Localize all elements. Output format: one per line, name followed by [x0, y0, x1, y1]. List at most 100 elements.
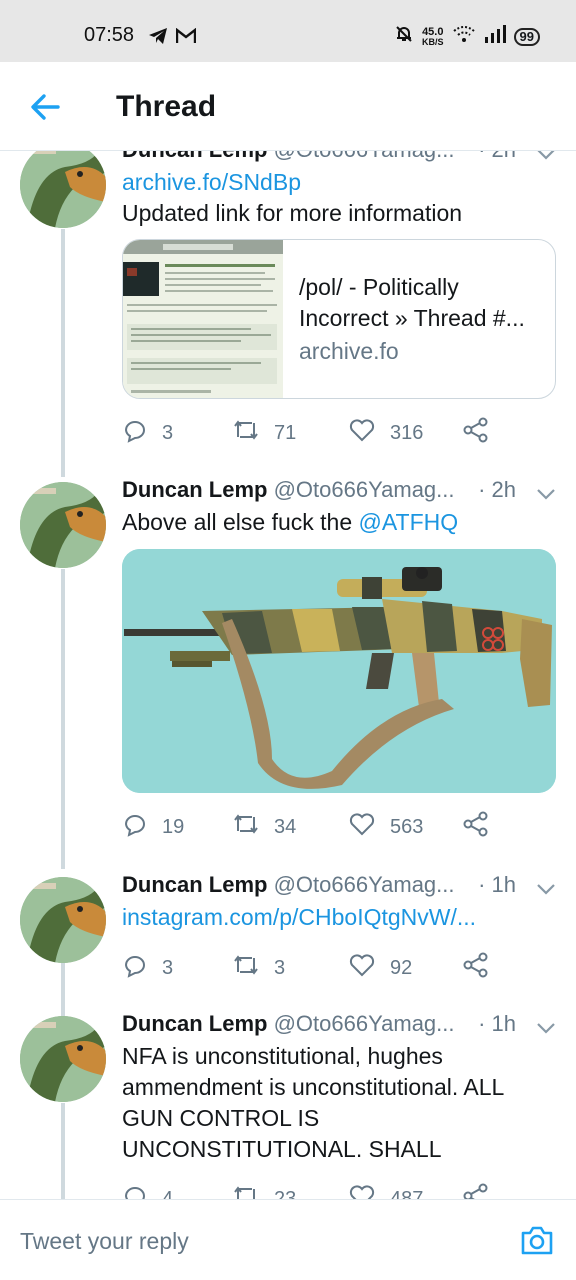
share-button[interactable] [462, 417, 490, 449]
gmail-icon [175, 27, 197, 49]
reply-icon [122, 417, 148, 449]
author-name[interactable]: Duncan Lemp [122, 1011, 267, 1036]
tweet-header: Duncan Lemp @Oto666Yamag... · 2h [122, 151, 556, 167]
share-icon [462, 1183, 490, 1199]
camera-icon[interactable] [520, 1224, 554, 1261]
telegram-icon [148, 27, 168, 50]
chevron-down-icon[interactable] [536, 876, 556, 902]
like-count: 487 [390, 1187, 424, 1200]
tweet-time: · 1h [472, 872, 516, 898]
tweet-actions: 3 3 92 [122, 952, 502, 982]
like-count: 92 [390, 956, 413, 979]
reply-icon [122, 811, 148, 843]
tweet-link[interactable]: instagram.com/p/CHboIQtgNvW/... [122, 902, 556, 933]
back-arrow-icon[interactable] [28, 90, 62, 124]
thread-connector [61, 963, 65, 1021]
status-bar: 07:58 45.0 KB/S 99 [0, 0, 576, 62]
share-button[interactable] [462, 811, 490, 843]
network-speed-unit: KB/S [422, 36, 444, 47]
card-thumbnail [123, 240, 283, 398]
chevron-down-icon[interactable] [536, 481, 556, 507]
share-icon [462, 417, 490, 449]
reply-input[interactable]: Tweet your reply [20, 1228, 189, 1255]
network-speed: 45.0 KB/S [422, 26, 444, 47]
reply-count: 4 [162, 1187, 174, 1200]
tweet-link[interactable]: archive.fo/SNdBp [122, 167, 556, 198]
tweet-time: · 1h [472, 1011, 516, 1037]
tweet-header: Duncan Lemp @Oto666Yamag... · 2h [122, 477, 556, 507]
author-name[interactable]: Duncan Lemp [122, 477, 267, 502]
reply-composer[interactable]: Tweet your reply [0, 1199, 576, 1280]
reply-count: 3 [162, 421, 174, 444]
reply-button[interactable]: 19 [122, 811, 184, 843]
tweet-actions: 19 34 563 [122, 811, 502, 841]
retweet-icon [232, 417, 260, 449]
retweet-button[interactable]: 3 [232, 952, 285, 984]
share-icon [462, 811, 490, 843]
retweet-button[interactable]: 34 [232, 811, 296, 843]
wifi-icon [452, 25, 476, 48]
reply-button[interactable]: 3 [122, 417, 173, 449]
tweet-time: · 2h [472, 151, 516, 163]
tweet-text: Above all else fuck the @ATFHQ [122, 507, 556, 538]
like-button[interactable]: 92 [348, 952, 412, 984]
mute-bell-icon [394, 24, 414, 49]
card-title: /pol/ - Politically Incorrect » Thread #… [299, 274, 525, 331]
author-handle: @Oto666Yamag... [273, 1011, 455, 1036]
status-time: 07:58 [84, 24, 135, 46]
like-icon [348, 417, 376, 449]
author-name[interactable]: Duncan Lemp [122, 872, 267, 897]
reply-icon [122, 1183, 148, 1199]
chevron-down-icon[interactable] [536, 1015, 556, 1041]
avatar[interactable] [20, 151, 106, 228]
signal-icon [484, 25, 506, 48]
reply-count: 19 [162, 815, 185, 838]
like-button[interactable]: 563 [348, 811, 423, 843]
link-preview-card[interactable]: /pol/ - Politically Incorrect » Thread #… [122, 239, 556, 399]
share-button[interactable] [462, 1183, 490, 1199]
share-icon [462, 952, 490, 984]
tweet-header: Duncan Lemp @Oto666Yamag... · 1h [122, 872, 556, 902]
tweet-text: Updated link for more information [122, 200, 463, 226]
retweet-button[interactable]: 23 [232, 1183, 296, 1199]
retweet-button[interactable]: 71 [232, 417, 296, 449]
chevron-down-icon[interactable] [536, 151, 556, 167]
retweet-count: 23 [274, 1187, 297, 1200]
reply-button[interactable]: 3 [122, 952, 173, 984]
retweet-count: 71 [274, 421, 297, 444]
author-handle: @Oto666Yamag... [273, 477, 455, 502]
like-button[interactable]: 316 [348, 417, 423, 449]
author-handle: @Oto666Yamag... [273, 872, 455, 897]
retweet-count: 34 [274, 815, 297, 838]
author-name[interactable]: Duncan Lemp [122, 151, 267, 162]
mention-link[interactable]: @ATFHQ [359, 509, 459, 535]
tweet-text-body: Above all else fuck the [122, 509, 359, 535]
tweet-actions: 4 23 487 [122, 1183, 502, 1199]
like-icon [348, 811, 376, 843]
avatar[interactable] [20, 877, 106, 963]
card-domain: archive.fo [299, 338, 399, 364]
top-app-bar: Thread [0, 62, 576, 151]
retweet-count: 3 [274, 956, 286, 979]
retweet-icon [232, 811, 260, 843]
thread-connector [61, 229, 65, 477]
avatar[interactable] [20, 482, 106, 568]
battery-icon: 99 [513, 27, 540, 46]
tweet-header: Duncan Lemp @Oto666Yamag... · 1h [122, 1011, 556, 1041]
tweet-text: NFA is unconstitutional, hughes ammendme… [122, 1043, 504, 1162]
like-icon [348, 1183, 376, 1199]
avatar[interactable] [20, 1016, 106, 1102]
thread-connector [61, 569, 65, 869]
like-button[interactable]: 487 [348, 1183, 423, 1199]
share-button[interactable] [462, 952, 490, 984]
tweet-time: · 2h [472, 477, 516, 503]
thread-timeline[interactable]: Duncan Lemp @Oto666Yamag... · 2h archive… [0, 151, 576, 1199]
reply-count: 3 [162, 956, 174, 979]
reply-icon [122, 952, 148, 984]
author-handle: @Oto666Yamag... [274, 151, 455, 162]
retweet-icon [232, 1183, 260, 1199]
tweet-photo[interactable] [122, 549, 556, 793]
like-count: 316 [390, 421, 424, 444]
retweet-icon [232, 952, 260, 984]
reply-button[interactable]: 4 [122, 1183, 173, 1199]
